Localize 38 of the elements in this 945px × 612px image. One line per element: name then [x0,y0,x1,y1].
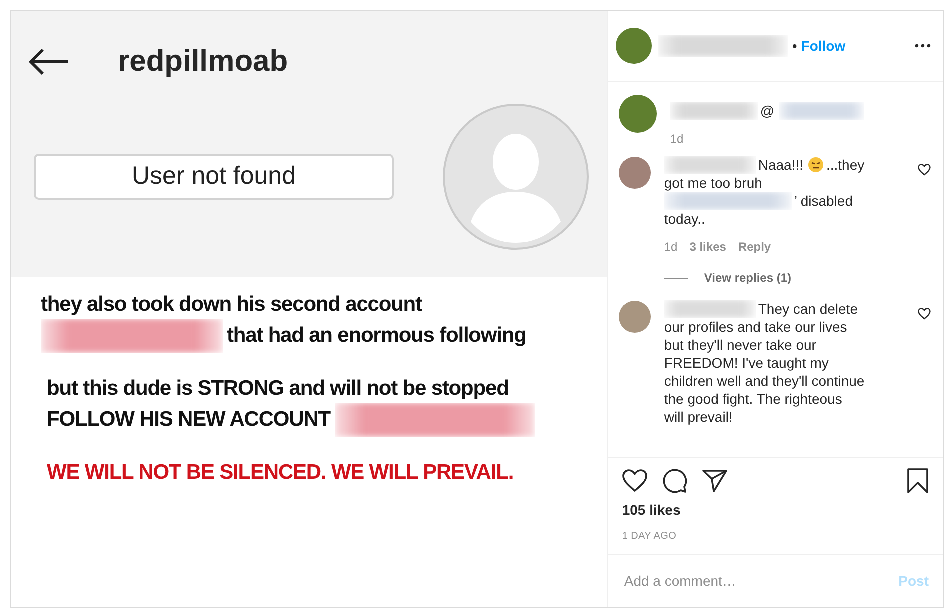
comment-text: @ [760,102,775,120]
profile-title: redpillmoab [118,44,288,80]
heart-icon[interactable] [918,164,931,176]
image-text: FOLLOW HIS NEW ACCOUNT [47,407,330,433]
follow-button[interactable]: Follow [801,36,846,56]
heart-icon[interactable] [622,469,648,493]
avatar-placeholder-icon [443,104,590,250]
separator: • [792,36,798,56]
bookmark-icon[interactable] [907,468,929,494]
likes-count[interactable]: 105 likes [608,494,943,521]
status-box: User not found [34,154,394,200]
image-text: but this dude is STRONG and will not be stopped [47,376,509,402]
image-text: they also took down his second account [41,292,422,318]
reply-link[interactable]: Reply [738,238,772,256]
comment-text: ...they [826,156,865,174]
image-text: that had an enormous following [227,323,526,349]
comment-time: 1d [664,239,678,256]
avatar[interactable] [614,26,654,66]
comment-time: 1d [670,131,684,148]
heart-icon[interactable] [918,308,931,320]
avatar[interactable] [618,300,652,334]
share-icon[interactable] [702,469,728,493]
comment-text: They can delete [758,300,858,318]
comment-text: got me too bruh [664,174,762,192]
avatar[interactable] [618,94,658,134]
post-date: 1 DAY AGO [621,530,678,544]
comment-likes[interactable]: 3 likes [690,238,726,256]
comment-icon[interactable] [662,468,688,494]
comment-text: today.. [664,210,706,228]
comment-text: Naaa!!! [758,156,804,174]
slogan-text: WE WILL NOT BE SILENCED. WE WILL PREVAIL. [47,460,514,486]
back-arrow-icon [28,48,70,76]
angry-face-icon [808,157,824,173]
avatar[interactable] [618,156,652,190]
more-options-icon[interactable] [915,44,931,48]
comment-text: our profiles and take our lives but they'll never take our FREEDOM! I've taught my children well and they'll continue the good fight. The righteous will prevail! [664,318,866,426]
comment-text: ’ disabled [794,192,853,210]
view-replies-link[interactable]: View replies (1) [704,270,792,286]
